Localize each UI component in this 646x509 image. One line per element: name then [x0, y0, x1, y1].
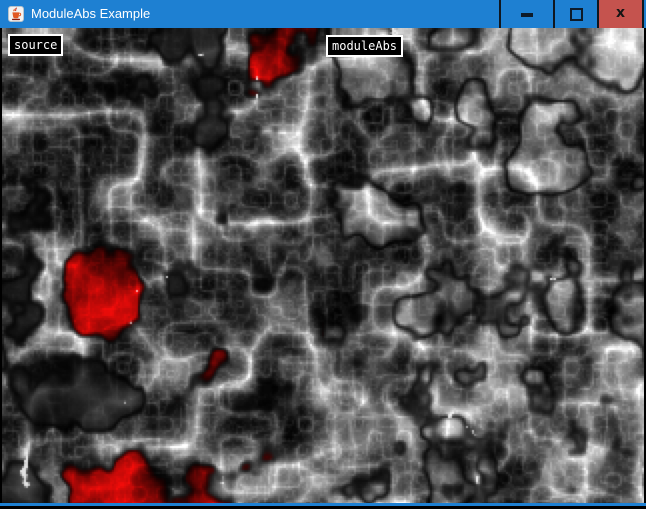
titlebar[interactable]: ModuleAbs Example x — [0, 0, 646, 28]
moduleabs-panel-label: moduleAbs — [326, 35, 403, 57]
window-controls: x — [499, 0, 644, 28]
source-panel-label: source — [8, 34, 63, 56]
close-icon: x — [616, 6, 625, 20]
maximize-button[interactable] — [555, 0, 597, 28]
content-area: source moduleAbs — [0, 28, 646, 503]
control-separator — [642, 0, 644, 28]
minimize-icon — [521, 13, 533, 17]
java-coffee-cup-icon[interactable] — [8, 6, 24, 22]
close-button[interactable]: x — [599, 0, 642, 28]
app-window: ModuleAbs Example x source moduleAbs — [0, 0, 646, 509]
maximize-icon — [570, 8, 583, 21]
window-title: ModuleAbs Example — [31, 0, 150, 28]
minimize-button[interactable] — [501, 0, 553, 28]
noise-canvas — [2, 28, 644, 503]
